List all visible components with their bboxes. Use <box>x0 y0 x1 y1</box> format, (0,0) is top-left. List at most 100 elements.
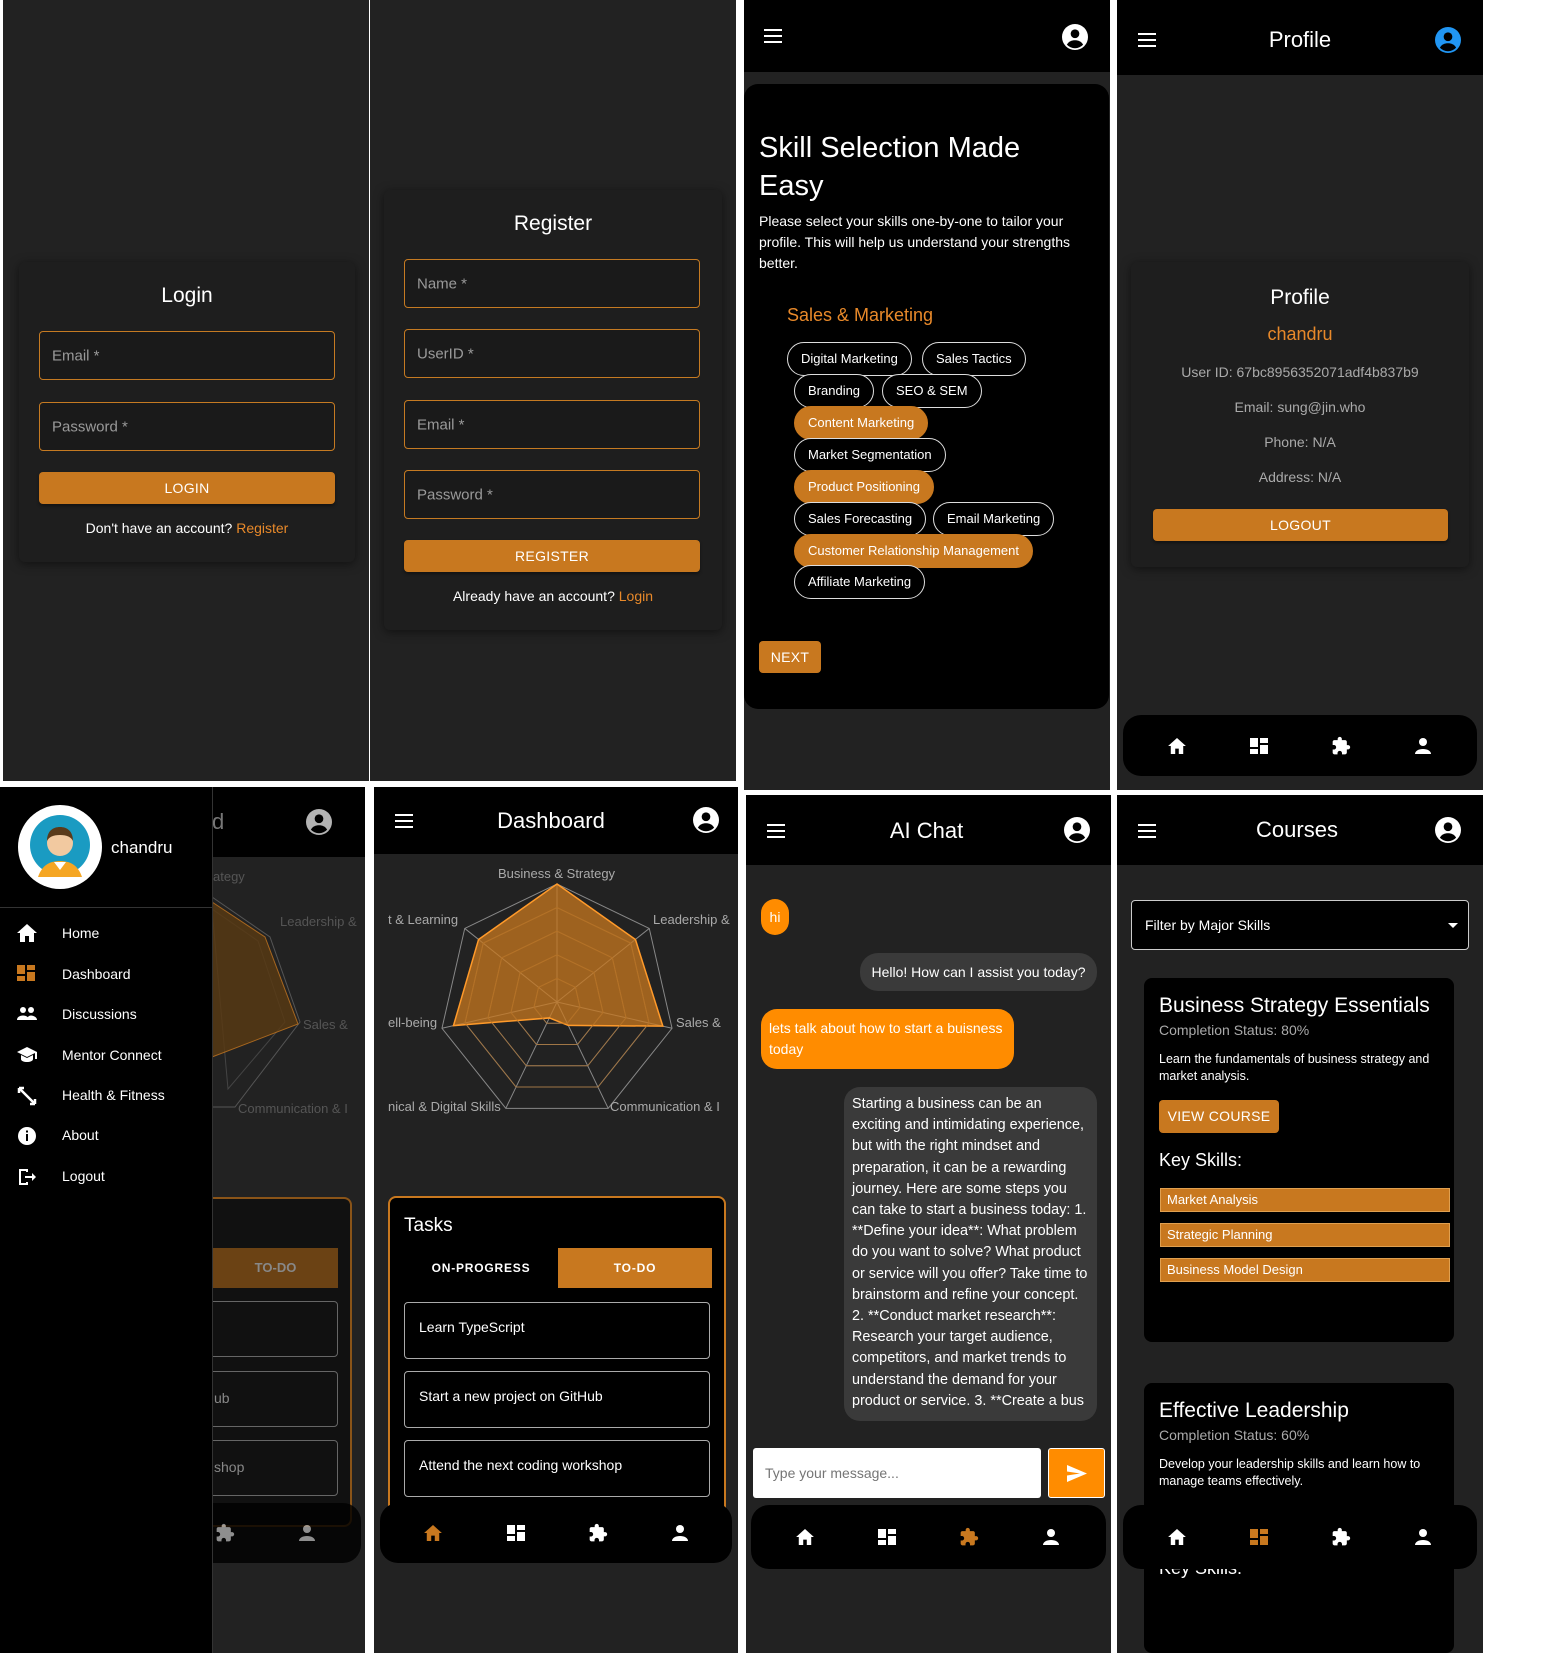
profile-screen: Profile Profile chandru User ID: 67bc895… <box>1117 0 1483 790</box>
login-button[interactable]: LOGIN <box>39 472 335 504</box>
person-icon[interactable] <box>1415 737 1431 754</box>
drawer-item-dashboard[interactable]: Dashboard <box>0 955 220 995</box>
login-link[interactable]: Login <box>619 588 653 604</box>
bg-label-communication: Communication & I <box>238 1101 348 1116</box>
menu-icon[interactable] <box>764 29 782 43</box>
drawer-item-health-fitness[interactable]: Health & Fitness <box>0 1076 220 1116</box>
drawer-item-about[interactable]: About <box>0 1116 220 1156</box>
account-icon[interactable] <box>1435 817 1461 843</box>
next-button[interactable]: NEXT <box>759 641 821 673</box>
avatar <box>18 805 102 889</box>
home-icon[interactable] <box>424 1525 442 1541</box>
nav-drawer: chandru Home Dashboard Discussions Mentor C… <box>0 787 213 1653</box>
skills-filter-select[interactable]: Filter by Major Skills <box>1131 900 1469 950</box>
login-prompt: Already have an account? Login <box>452 588 654 604</box>
send-button[interactable] <box>1048 1448 1105 1498</box>
register-title: Register <box>513 212 593 235</box>
drawer-item-label: Mentor Connect <box>62 1047 162 1063</box>
course-description: Develop your leadership skills and learn… <box>1159 1457 1421 1488</box>
puzzle-icon[interactable] <box>1331 736 1351 756</box>
skill-chip[interactable]: Content Marketing <box>794 406 929 440</box>
task-item[interactable]: Start a new project on GitHub <box>404 1371 710 1428</box>
person-icon[interactable] <box>1415 1529 1431 1545</box>
skill-chip[interactable]: Affiliate Marketing <box>794 565 926 599</box>
tab-todo[interactable]: TO-DO <box>558 1248 712 1288</box>
skill-chip[interactable]: SEO & SEM <box>882 374 982 408</box>
skill-chip[interactable]: Sales Forecasting <box>794 502 927 536</box>
profile-address: Address: N/A <box>1258 469 1342 485</box>
home-icon[interactable] <box>1168 737 1186 754</box>
name-field[interactable]: Name * <box>404 259 700 308</box>
drawer-item-label: Logout <box>62 1168 105 1184</box>
userid-field[interactable]: UserID * <box>404 329 700 378</box>
skill-chip[interactable]: Customer Relationship Management <box>794 534 1033 568</box>
password-field[interactable]: Password * <box>404 470 700 519</box>
message-input[interactable] <box>753 1448 1041 1498</box>
skill-chip[interactable]: Sales Tactics <box>922 342 1026 376</box>
email-field[interactable]: Email * <box>404 400 700 449</box>
email-field[interactable]: Email * <box>39 331 335 380</box>
profile-user-id: User ID: 67bc8956352071adf4b837b9 <box>1181 364 1419 380</box>
info-icon <box>18 1127 36 1145</box>
tasks-card: Tasks ON-PROGRESS TO-DO Learn TypeScript… <box>388 1196 726 1536</box>
bg-label-strategy: ategy <box>213 869 245 884</box>
puzzle-icon[interactable] <box>215 1523 235 1543</box>
register-link[interactable]: Register <box>236 520 288 536</box>
bottom-nav <box>1123 1505 1477 1569</box>
radar-label-leadership: Leadership & <box>653 912 730 927</box>
person-icon[interactable] <box>1043 1529 1059 1545</box>
register-button[interactable]: REGISTER <box>404 540 700 572</box>
dashboard-icon[interactable] <box>1250 1529 1268 1545</box>
view-course-button[interactable]: VIEW COURSE <box>1159 1100 1279 1133</box>
bg-label-leadership: Leadership & <box>280 914 357 929</box>
person-icon[interactable] <box>672 1525 688 1541</box>
skill-selection-screen: Skill Selection Made Easy Please select … <box>744 0 1110 790</box>
bottom-nav <box>380 1503 732 1563</box>
app-bar <box>744 0 1110 72</box>
drawer-item-home[interactable]: Home <box>0 914 220 954</box>
skill-chip[interactable]: Digital Marketing <box>787 342 912 376</box>
course-title: Business Strategy Essentials <box>1159 994 1430 1017</box>
course-title: Effective Leadership <box>1159 1399 1349 1422</box>
dashboard-icon[interactable] <box>878 1529 896 1545</box>
page-title: Courses <box>1256 817 1338 842</box>
account-icon[interactable] <box>693 807 719 833</box>
task-item[interactable]: Learn TypeScript <box>404 1302 710 1359</box>
app-bar: Dashboard <box>374 787 738 854</box>
profile-email: Email: sung@jin.who <box>1234 399 1366 415</box>
account-icon[interactable] <box>306 809 332 835</box>
task-item[interactable]: Attend the next coding workshop <box>404 1440 710 1497</box>
home-icon[interactable] <box>1168 1529 1186 1545</box>
category-title: Sales & Marketing <box>787 305 934 325</box>
password-field[interactable]: Password * <box>39 402 335 451</box>
tab-on-progress[interactable]: ON-PROGRESS <box>404 1248 558 1288</box>
avatar-icon <box>30 815 90 877</box>
dashboard-icon[interactable] <box>1250 737 1268 754</box>
account-icon[interactable] <box>1062 24 1088 50</box>
puzzle-icon[interactable] <box>959 1527 979 1547</box>
account-icon[interactable] <box>1064 817 1090 843</box>
drawer-item-discussions[interactable]: Discussions <box>0 995 220 1035</box>
page-title: Profile <box>1268 27 1332 52</box>
drawer-item-label: Health & Fitness <box>62 1087 165 1103</box>
skill-chip[interactable]: Branding <box>794 374 875 408</box>
drawer-item-mentor-connect[interactable]: Mentor Connect <box>0 1036 220 1076</box>
radar-label-sales: Sales & <box>676 1015 721 1030</box>
skill-chip[interactable]: Market Segmentation <box>794 438 946 472</box>
puzzle-icon[interactable] <box>588 1523 608 1543</box>
app-bar: Courses <box>1117 795 1483 865</box>
home-icon[interactable] <box>796 1529 814 1545</box>
drawer-item-logout[interactable]: Logout <box>0 1157 220 1197</box>
logout-button[interactable]: LOGOUT <box>1153 509 1448 541</box>
login-screen: Login Email * Password * LOGIN Don't hav… <box>3 0 369 781</box>
skill-chip[interactable]: Product Positioning <box>794 470 935 504</box>
skill-tag: Strategic Planning <box>1160 1223 1450 1247</box>
bg-title-fragment: d <box>212 809 225 834</box>
logout-icon <box>19 1169 36 1185</box>
account-icon[interactable] <box>1435 27 1461 53</box>
dashboard-icon[interactable] <box>507 1525 525 1541</box>
person-icon[interactable] <box>299 1525 315 1541</box>
register-card: Register Name * UserID * Email * Passwor… <box>384 190 722 630</box>
skill-chip[interactable]: Email Marketing <box>933 502 1055 536</box>
puzzle-icon[interactable] <box>1331 1527 1351 1547</box>
